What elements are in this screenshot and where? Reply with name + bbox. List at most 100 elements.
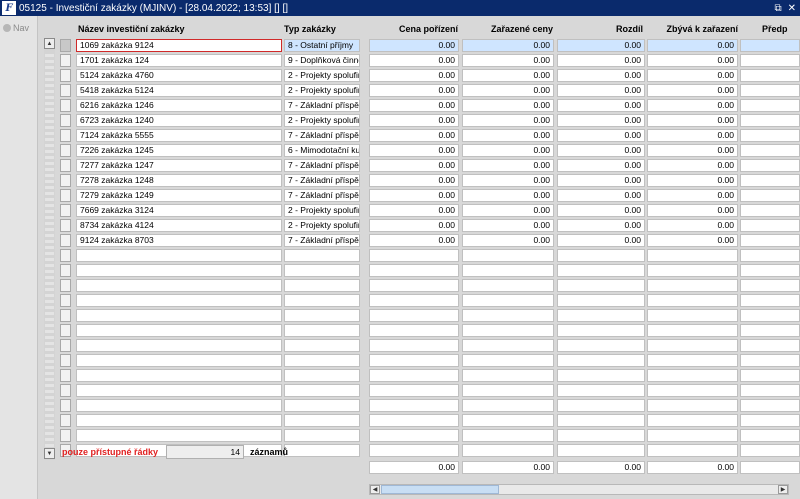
- table-cell-type[interactable]: [284, 294, 360, 307]
- table-cell-remaining[interactable]: 0.00: [647, 189, 738, 202]
- table-cell-diff[interactable]: [557, 369, 645, 382]
- table-cell-diff[interactable]: 0.00: [557, 234, 645, 247]
- table-cell-price[interactable]: 0.00: [369, 54, 459, 67]
- table-cell-diff[interactable]: [557, 429, 645, 442]
- table-cell-diff[interactable]: 0.00: [557, 54, 645, 67]
- table-cell-type[interactable]: [284, 354, 360, 367]
- table-cell-prepay[interactable]: [740, 369, 800, 382]
- table-cell-name[interactable]: 7124 zakázka 5555: [76, 129, 282, 142]
- table-cell-name[interactable]: [76, 264, 282, 277]
- table-cell-assigned[interactable]: [462, 354, 554, 367]
- table-cell-type[interactable]: 2 - Projekty spolufinancované: [284, 84, 360, 97]
- table-cell-remaining[interactable]: 0.00: [647, 144, 738, 157]
- table-cell-assigned[interactable]: [462, 399, 554, 412]
- table-cell-diff[interactable]: 0.00: [557, 84, 645, 97]
- table-cell-name[interactable]: 7226 zakázka 1245: [76, 144, 282, 157]
- table-cell-prepay[interactable]: [740, 174, 800, 187]
- table-cell-price[interactable]: 0.00: [369, 219, 459, 232]
- table-cell-price[interactable]: 0.00: [369, 144, 459, 157]
- restore-window-icon[interactable]: ⧉: [774, 3, 781, 14]
- row-selector[interactable]: [60, 99, 71, 112]
- table-cell-price[interactable]: [369, 264, 459, 277]
- table-cell-price[interactable]: 0.00: [369, 159, 459, 172]
- table-cell-remaining[interactable]: [647, 264, 738, 277]
- table-cell-prepay[interactable]: [740, 219, 800, 232]
- table-cell-price[interactable]: [369, 324, 459, 337]
- table-cell-diff[interactable]: 0.00: [557, 174, 645, 187]
- table-cell-type[interactable]: 9 - Doplňková činnost: [284, 54, 360, 67]
- table-cell-name[interactable]: [76, 384, 282, 397]
- table-cell-prepay[interactable]: [740, 354, 800, 367]
- table-cell-assigned[interactable]: [462, 264, 554, 277]
- table-cell-diff[interactable]: [557, 264, 645, 277]
- table-cell-remaining[interactable]: 0.00: [647, 174, 738, 187]
- row-selector[interactable]: [60, 309, 71, 322]
- table-cell-type[interactable]: 8 - Ostatní příjmy: [284, 39, 360, 52]
- scroll-left-icon[interactable]: ◀: [370, 485, 380, 494]
- table-cell-diff[interactable]: 0.00: [557, 39, 645, 52]
- table-cell-diff[interactable]: 0.00: [557, 99, 645, 112]
- row-selector[interactable]: [60, 39, 71, 52]
- table-cell-remaining[interactable]: [647, 324, 738, 337]
- table-cell-prepay[interactable]: [740, 159, 800, 172]
- table-cell-remaining[interactable]: 0.00: [647, 69, 738, 82]
- row-selector[interactable]: [60, 174, 71, 187]
- column-header-prepay[interactable]: Předp: [762, 24, 800, 36]
- table-cell-assigned[interactable]: [462, 384, 554, 397]
- table-cell-type[interactable]: [284, 264, 360, 277]
- table-cell-price[interactable]: 0.00: [369, 129, 459, 142]
- table-cell-prepay[interactable]: [740, 429, 800, 442]
- table-cell-type[interactable]: 6 - Mimodotační kurzy: [284, 144, 360, 157]
- table-cell-price[interactable]: [369, 399, 459, 412]
- table-cell-diff[interactable]: [557, 354, 645, 367]
- table-cell-name[interactable]: [76, 249, 282, 262]
- table-cell-assigned[interactable]: [462, 369, 554, 382]
- row-selector[interactable]: [60, 399, 71, 412]
- table-cell-name[interactable]: 6723 zakázka 1240: [76, 114, 282, 127]
- column-header-assigned[interactable]: Zařazené ceny: [461, 24, 553, 36]
- table-cell-assigned[interactable]: [462, 249, 554, 262]
- table-cell-assigned[interactable]: [462, 429, 554, 442]
- table-cell-prepay[interactable]: [740, 84, 800, 97]
- row-selector[interactable]: [60, 54, 71, 67]
- table-cell-diff[interactable]: 0.00: [557, 129, 645, 142]
- table-cell-remaining[interactable]: [647, 384, 738, 397]
- table-cell-diff[interactable]: [557, 384, 645, 397]
- table-cell-type[interactable]: 7 - Základní příspěvek: [284, 189, 360, 202]
- table-cell-name[interactable]: 7278 zakázka 1248: [76, 174, 282, 187]
- table-cell-type[interactable]: [284, 429, 360, 442]
- row-selector[interactable]: [60, 249, 71, 262]
- table-cell-name[interactable]: [76, 279, 282, 292]
- table-cell-price[interactable]: [369, 384, 459, 397]
- table-cell-name[interactable]: 7279 zakázka 1249: [76, 189, 282, 202]
- table-cell-price[interactable]: [369, 369, 459, 382]
- table-cell-diff[interactable]: 0.00: [557, 69, 645, 82]
- table-cell-prepay[interactable]: [740, 294, 800, 307]
- table-cell-prepay[interactable]: [740, 249, 800, 262]
- close-window-icon[interactable]: ✕: [788, 3, 796, 14]
- row-selector[interactable]: [60, 204, 71, 217]
- table-cell-remaining[interactable]: 0.00: [647, 204, 738, 217]
- table-cell-remaining[interactable]: [647, 309, 738, 322]
- table-cell-price[interactable]: 0.00: [369, 234, 459, 247]
- table-cell-remaining[interactable]: 0.00: [647, 129, 738, 142]
- table-cell-type[interactable]: 7 - Základní příspěvek: [284, 174, 360, 187]
- row-selector[interactable]: [60, 219, 71, 232]
- table-cell-prepay[interactable]: [740, 144, 800, 157]
- table-cell-diff[interactable]: [557, 444, 645, 457]
- table-cell-type[interactable]: 2 - Projekty spolufinancované: [284, 204, 360, 217]
- table-cell-diff[interactable]: 0.00: [557, 189, 645, 202]
- column-header-name[interactable]: Název investiční zakázky: [78, 24, 278, 36]
- table-cell-diff[interactable]: [557, 324, 645, 337]
- row-selector[interactable]: [60, 294, 71, 307]
- table-cell-assigned[interactable]: [462, 309, 554, 322]
- table-cell-name[interactable]: 5124 zakázka 4760: [76, 69, 282, 82]
- column-header-price[interactable]: Cena pořízení: [368, 24, 458, 36]
- table-cell-prepay[interactable]: [740, 114, 800, 127]
- scroll-track[interactable]: [45, 51, 54, 447]
- table-cell-type[interactable]: 2 - Projekty spolufinancované: [284, 114, 360, 127]
- table-cell-prepay[interactable]: [740, 444, 800, 457]
- table-cell-price[interactable]: 0.00: [369, 39, 459, 52]
- scroll-right-icon[interactable]: ▶: [778, 485, 788, 494]
- table-cell-type[interactable]: [284, 324, 360, 337]
